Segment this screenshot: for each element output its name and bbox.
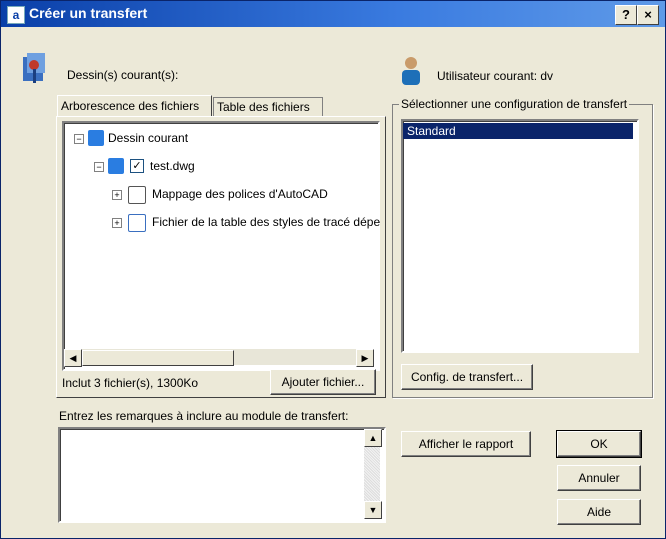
scroll-thumb[interactable] — [82, 350, 234, 366]
horizontal-scrollbar[interactable]: ◀ ▶ — [64, 349, 374, 367]
collapse-icon[interactable]: − — [94, 162, 104, 172]
dwg-file-icon — [108, 158, 124, 174]
show-report-button[interactable]: Afficher le rapport — [401, 431, 531, 457]
config-item-standard[interactable]: Standard — [403, 123, 633, 139]
notes-textarea[interactable]: ▲ ▼ — [58, 427, 386, 523]
current-user-label: Utilisateur courant: dv — [437, 69, 554, 83]
window-title: Créer un transfert — [29, 5, 148, 21]
title-bar[interactable]: a Créer un transfert ? × — [1, 1, 665, 27]
user-icon — [399, 55, 423, 87]
collapse-icon[interactable]: − — [74, 134, 84, 144]
summary-text: Inclut 3 fichier(s), 1300Ko — [62, 376, 199, 390]
expand-icon[interactable]: + — [112, 190, 122, 200]
tree-root-label: Dessin courant — [108, 131, 189, 145]
add-file-button[interactable]: Ajouter fichier... — [270, 369, 376, 395]
file-tree[interactable]: − Dessin courant − ✓ test.dwg + Mappage … — [62, 121, 380, 371]
app-icon: a — [7, 6, 25, 24]
scroll-down-icon[interactable]: ▼ — [364, 501, 382, 519]
tree-child-label: Fichier de la table des styles de tracé … — [152, 215, 381, 229]
config-list[interactable]: Standard — [401, 119, 639, 353]
plot-style-icon — [128, 214, 146, 232]
drawings-icon — [19, 51, 49, 85]
scroll-right-icon[interactable]: ▶ — [356, 349, 374, 367]
help-button[interactable]: Aide — [557, 499, 641, 525]
transfer-dialog: a Créer un transfert ? × Dessin(s) coura… — [0, 0, 666, 539]
ok-button[interactable]: OK — [556, 430, 642, 458]
drawing-icon — [88, 130, 104, 146]
tree-child-label: Mappage des polices d'AutoCAD — [152, 187, 328, 201]
scroll-left-icon[interactable]: ◀ — [64, 349, 82, 367]
close-button[interactable]: × — [637, 5, 659, 25]
config-group-label: Sélectionner une configuration de transf… — [399, 97, 630, 111]
expand-icon[interactable]: + — [112, 218, 122, 228]
tree-file-label: test.dwg — [150, 159, 195, 173]
help-title-button[interactable]: ? — [615, 5, 637, 25]
notes-scrollbar[interactable]: ▲ ▼ — [364, 429, 382, 519]
file-checkbox[interactable]: ✓ — [130, 159, 144, 173]
cancel-button[interactable]: Annuler — [557, 465, 641, 491]
notes-label: Entrez les remarques à inclure au module… — [59, 409, 349, 423]
tab-file-tree[interactable]: Arborescence des fichiers — [57, 95, 212, 116]
config-transfer-button[interactable]: Config. de transfert... — [401, 364, 533, 390]
scroll-up-icon[interactable]: ▲ — [364, 429, 382, 447]
current-drawings-label: Dessin(s) courant(s): — [67, 68, 179, 82]
font-map-icon — [128, 186, 146, 204]
tab-file-table[interactable]: Table des fichiers — [213, 97, 323, 116]
